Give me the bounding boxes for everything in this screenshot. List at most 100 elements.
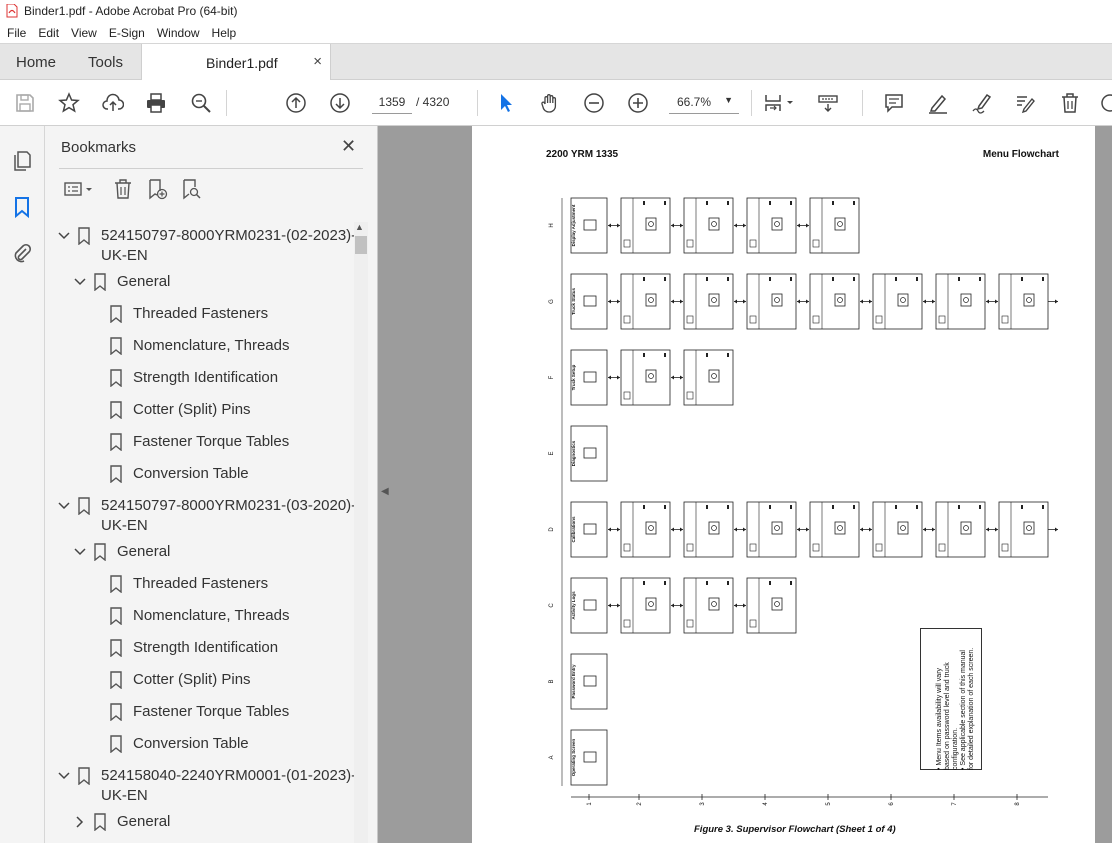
chevron-down-icon[interactable] bbox=[73, 815, 87, 829]
row-letter: F bbox=[549, 375, 555, 379]
bookmark-flag-icon bbox=[110, 575, 122, 593]
menu-window[interactable]: Window bbox=[157, 26, 200, 40]
bookmark-panel-icon[interactable] bbox=[10, 195, 34, 219]
flowchart-screen-box bbox=[570, 729, 608, 786]
flowchart-screen-box bbox=[998, 273, 1049, 330]
previous-page-icon[interactable] bbox=[284, 91, 308, 115]
comment-icon[interactable] bbox=[882, 91, 906, 115]
bookmark-options-icon[interactable] bbox=[59, 176, 99, 202]
flowchart-row: B Password Entry bbox=[549, 653, 608, 710]
flowchart-screen-box bbox=[683, 577, 734, 634]
star-icon[interactable] bbox=[57, 91, 81, 115]
select-cursor-icon[interactable] bbox=[494, 91, 518, 115]
page-total: / 4320 bbox=[416, 95, 450, 109]
chevron-down-icon[interactable] bbox=[73, 275, 87, 289]
upload-cloud-icon[interactable] bbox=[101, 91, 125, 115]
attachment-paperclip-icon[interactable] bbox=[10, 241, 34, 265]
tab-document-label: Binder1.pdf bbox=[206, 55, 278, 71]
close-panel-icon[interactable]: ✕ bbox=[341, 136, 356, 157]
bookmark-label: General bbox=[117, 543, 171, 560]
flowchart-screen-box bbox=[620, 501, 671, 558]
flowchart-screen-box bbox=[746, 501, 797, 558]
toolbar bbox=[0, 80, 1112, 126]
column-number: 2 bbox=[637, 802, 643, 806]
note-line-2: based on password level and truck bbox=[944, 662, 951, 770]
menu-edit[interactable]: Edit bbox=[38, 26, 59, 40]
row-title: Activity Logs bbox=[571, 591, 576, 620]
tab-home[interactable]: Home bbox=[16, 54, 56, 71]
flowchart-row: C Activity Logs bbox=[549, 577, 797, 634]
tab-tools[interactable]: Tools bbox=[88, 54, 123, 71]
bookmark-label: 524150797-8000YRM0231-(03-2020)- bbox=[101, 497, 357, 514]
chevron-down-icon[interactable] bbox=[57, 229, 71, 243]
chevron-down-icon: ▼ bbox=[724, 95, 733, 105]
bookmark-flag-icon bbox=[110, 369, 122, 387]
column-number: 8 bbox=[1015, 802, 1021, 806]
bookmark-label: 524150797-8000YRM0231-(02-2023)- bbox=[101, 227, 357, 244]
bookmark-flag-icon bbox=[110, 305, 122, 323]
new-bookmark-icon[interactable] bbox=[143, 176, 171, 202]
bookmark-flag-icon bbox=[78, 227, 90, 245]
column-number: 6 bbox=[889, 802, 895, 806]
chevron-down-icon[interactable] bbox=[73, 545, 87, 559]
delete-bookmark-icon[interactable] bbox=[109, 176, 137, 202]
print-icon[interactable] bbox=[144, 91, 168, 115]
zoom-search-icon[interactable] bbox=[189, 91, 213, 115]
close-tab-icon[interactable]: × bbox=[313, 53, 322, 70]
bookmark-label: Conversion Table bbox=[133, 465, 249, 482]
next-page-icon[interactable] bbox=[328, 91, 352, 115]
zoom-value: 66.7% bbox=[677, 95, 712, 109]
flowchart-screen-box bbox=[570, 653, 608, 710]
flowchart-row: H Display Adjustment bbox=[549, 197, 860, 254]
highlight-pen-icon[interactable] bbox=[926, 91, 950, 115]
flowchart-screen-box bbox=[683, 197, 734, 254]
scroll-mode-icon[interactable] bbox=[816, 91, 840, 115]
note-line-4: • See applicable section of this manual bbox=[960, 650, 967, 770]
bookmark-label: Cotter (Split) Pins bbox=[133, 401, 251, 418]
scrollbar-thumb[interactable] bbox=[355, 236, 367, 254]
row-title: Password Entry bbox=[571, 664, 576, 699]
find-bookmark-icon[interactable] bbox=[177, 176, 205, 202]
column-number: 1 bbox=[587, 802, 593, 806]
page-display-icon[interactable] bbox=[762, 91, 796, 115]
chevron-down-icon[interactable] bbox=[57, 769, 71, 783]
flowchart-row: G Truck Status bbox=[549, 273, 1058, 330]
column-number: 5 bbox=[826, 802, 832, 806]
flowchart-screen-box bbox=[620, 577, 671, 634]
zoom-in-icon[interactable] bbox=[626, 91, 650, 115]
collapse-panel-arrow-icon[interactable]: ◀ bbox=[381, 486, 389, 497]
page-thumbnails-icon[interactable] bbox=[10, 148, 34, 172]
flowchart-screen-box bbox=[935, 501, 986, 558]
more-tools-icon[interactable] bbox=[1098, 91, 1112, 115]
scroll-up-arrow-icon[interactable]: ▲ bbox=[355, 222, 364, 232]
zoom-out-icon[interactable] bbox=[582, 91, 606, 115]
bookmark-flag-icon bbox=[110, 465, 122, 483]
menu-esign[interactable]: E-Sign bbox=[109, 26, 145, 40]
page-number-input[interactable] bbox=[372, 90, 412, 114]
chevron-down-icon[interactable] bbox=[57, 499, 71, 513]
flowchart-screen-box bbox=[809, 501, 860, 558]
edit-pdf-icon[interactable] bbox=[1013, 91, 1037, 115]
menu-view[interactable]: View bbox=[71, 26, 97, 40]
bookmark-flag-icon bbox=[94, 273, 106, 291]
bookmark-flag-icon bbox=[110, 433, 122, 451]
save-icon[interactable] bbox=[13, 91, 37, 115]
flowchart-screen-box bbox=[746, 197, 797, 254]
pdf-page: 2200 YRM 1335 Menu Flowchart H Display Ad… bbox=[472, 126, 1095, 843]
row-title: Calibrations bbox=[571, 516, 576, 543]
menu-help[interactable]: Help bbox=[212, 26, 237, 40]
hand-tool-icon[interactable] bbox=[538, 91, 562, 115]
flowchart-screen-box bbox=[683, 273, 734, 330]
flowchart-screen-box bbox=[746, 273, 797, 330]
bookmark-scrollbar[interactable] bbox=[354, 222, 368, 843]
tab-document[interactable]: Binder1.pdf × bbox=[141, 44, 331, 81]
bookmark-label: Fastener Torque Tables bbox=[133, 433, 290, 450]
menu-file[interactable]: File bbox=[7, 26, 26, 40]
delete-trash-icon[interactable] bbox=[1058, 91, 1082, 115]
note-line-5: for detailed explanation of each screen. bbox=[968, 647, 975, 770]
bookmark-label: Nomenclature, Threads bbox=[133, 337, 290, 354]
draw-sign-icon[interactable] bbox=[970, 91, 994, 115]
bookmark-label-cont: UK-EN bbox=[101, 517, 148, 534]
flowchart-screen-box bbox=[620, 349, 671, 406]
zoom-select[interactable]: 66.7% ▼ bbox=[669, 90, 739, 114]
